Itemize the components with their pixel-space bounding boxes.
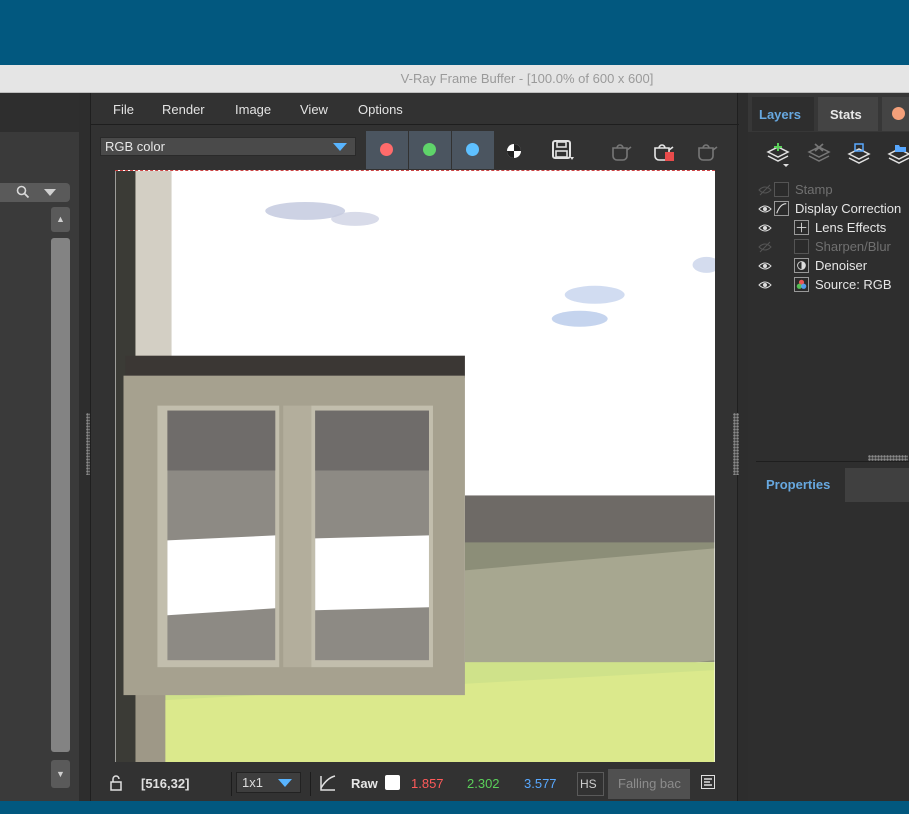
channel-select[interactable]: RGB color	[100, 137, 356, 156]
hsv-toggle[interactable]: HS	[577, 772, 604, 796]
scroll-up-button[interactable]: ▲	[51, 207, 70, 232]
stop-render-teapot-icon[interactable]	[652, 140, 676, 162]
left-panel: ▲ ▼	[0, 93, 79, 801]
menu-file[interactable]: File	[113, 102, 134, 117]
layer-label: Lens Effects	[815, 220, 887, 235]
green-dot-icon	[423, 143, 436, 156]
eye-hidden-icon[interactable]	[758, 184, 772, 196]
menu-options[interactable]: Options	[358, 102, 403, 117]
properties-label: Properties	[766, 477, 831, 492]
layer-label: Denoiser	[815, 258, 868, 273]
scrollbar-thumb[interactable]	[51, 238, 70, 752]
panel-tabs: Layers Stats	[748, 93, 909, 132]
layer-tree: Stamp Display Correction Lens Effects Sh…	[756, 181, 909, 295]
pixel-coordinates: [516,32]	[141, 776, 190, 791]
eye-icon[interactable]	[758, 222, 772, 234]
scroll-down-button[interactable]: ▼	[51, 760, 70, 788]
frame-buffer: File Render Image View Options RGB color	[90, 93, 739, 801]
red-channel-button[interactable]	[366, 131, 408, 169]
render-canvas[interactable]	[115, 170, 715, 762]
tab-layers[interactable]: Layers	[752, 97, 814, 131]
eye-icon[interactable]	[758, 279, 772, 291]
render-teapot-icon[interactable]	[609, 140, 633, 162]
layer-label: Display Correction	[795, 201, 902, 216]
lock-icon[interactable]	[109, 775, 125, 791]
properties-header: Properties	[756, 461, 909, 502]
channel-value: RGB color	[105, 139, 165, 154]
blue-dot-icon	[466, 143, 479, 156]
chevron-down-icon	[278, 779, 292, 787]
dot-icon	[892, 107, 905, 120]
rgb-source-icon	[794, 277, 809, 292]
layer-stamp[interactable]: Stamp	[756, 181, 909, 200]
layer-lens-effects[interactable]: Lens Effects	[756, 219, 909, 238]
delete-layer-icon[interactable]	[806, 142, 832, 168]
sampling-value: 1x1	[242, 775, 263, 790]
layer-label: Source: RGB	[815, 277, 892, 292]
blue-channel-button[interactable]	[452, 131, 494, 169]
add-layer-icon[interactable]	[765, 142, 791, 168]
chevron-down-icon[interactable]	[44, 189, 56, 196]
search-icon[interactable]	[16, 185, 30, 199]
layer-denoiser[interactable]: Denoiser	[756, 257, 909, 276]
stamp-icon	[774, 182, 789, 197]
left-panel-header	[0, 93, 79, 132]
log-icon[interactable]	[701, 775, 715, 789]
divider	[231, 772, 232, 796]
save-layers-icon[interactable]	[846, 142, 872, 168]
red-dot-icon	[380, 143, 393, 156]
blue-value: 3.577	[524, 776, 557, 791]
menu-view[interactable]: View	[300, 102, 328, 117]
denoiser-icon	[794, 258, 809, 273]
toolbar: RGB color	[91, 131, 739, 169]
divider	[310, 772, 311, 796]
ocio-status: Falling bac	[608, 769, 690, 799]
green-value: 2.302	[467, 776, 500, 791]
tab-extra[interactable]	[882, 97, 909, 131]
layer-display-correction[interactable]: Display Correction	[756, 200, 909, 219]
layer-source-rgb[interactable]: Source: RGB	[756, 276, 909, 295]
eye-icon[interactable]	[758, 203, 772, 215]
green-channel-button[interactable]	[409, 131, 451, 169]
sampling-select[interactable]: 1x1	[236, 772, 301, 793]
tab-stats[interactable]: Stats	[818, 97, 878, 131]
layer-toolbar	[748, 138, 909, 174]
curve-icon	[774, 201, 789, 216]
interactive-render-teapot-icon[interactable]	[695, 140, 719, 162]
status-bar: [516,32] 1x1 Raw 1.857 2.302 3.577 HS Fa…	[91, 769, 739, 799]
layer-sharpen-blur[interactable]: Sharpen/Blur	[756, 238, 909, 257]
sharpen-icon	[794, 239, 809, 254]
red-value: 1.857	[411, 776, 444, 791]
save-icon[interactable]	[551, 140, 575, 162]
properties-tab-area	[845, 468, 909, 502]
layer-label: Stamp	[795, 182, 833, 197]
curve-icon[interactable]	[319, 774, 337, 792]
search-field[interactable]	[0, 183, 70, 202]
right-panel: Layers Stats Stamp Display Correction Le…	[748, 93, 909, 801]
menu-image[interactable]: Image	[235, 102, 271, 117]
eye-icon[interactable]	[758, 260, 772, 272]
app-window: ▲ ▼ File Render Image View Options RGB c…	[0, 93, 909, 801]
window-titlebar: V-Ray Frame Buffer - [100.0% of 600 x 60…	[0, 65, 909, 93]
color-space-label: Raw	[351, 776, 378, 791]
chevron-down-icon	[333, 143, 347, 151]
right-splitter-handle[interactable]	[733, 413, 739, 475]
color-swatch	[385, 775, 400, 790]
menu-bar: File Render Image View Options	[91, 93, 739, 125]
window-title: V-Ray Frame Buffer - [100.0% of 600 x 60…	[400, 71, 654, 86]
alpha-channel-icon[interactable]	[504, 141, 524, 161]
layer-label: Sharpen/Blur	[815, 239, 891, 254]
lens-effects-icon	[794, 220, 809, 235]
load-layers-icon[interactable]	[886, 142, 909, 168]
eye-hidden-icon[interactable]	[758, 241, 772, 253]
menu-render[interactable]: Render	[162, 102, 205, 117]
